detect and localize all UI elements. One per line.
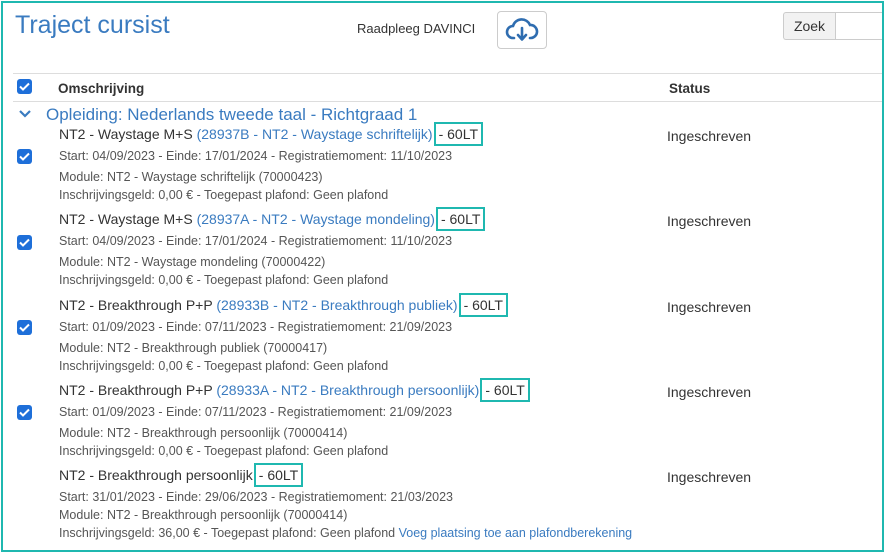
course-dates: Start: 31/01/2023 - Einde: 29/06/2023 - … xyxy=(59,490,454,504)
course-dates: Start: 01/09/2023 - Einde: 07/11/2023 - … xyxy=(59,320,453,334)
search-input[interactable] xyxy=(835,12,882,40)
traject-panel: Traject cursist Raadpleeg DAVINCI Zoek O… xyxy=(1,1,884,552)
course-module: Module: NT2 - Breakthrough publiek (7000… xyxy=(59,341,328,355)
chevron-down-icon xyxy=(19,110,31,118)
cloud-download-icon xyxy=(505,18,539,41)
checkmark-icon xyxy=(19,238,30,247)
select-all-checkbox[interactable] xyxy=(17,79,32,94)
table-header: Omschrijving Status xyxy=(13,74,882,102)
search-button[interactable]: Zoek xyxy=(783,12,835,40)
group-title[interactable]: Opleiding: Nederlands tweede taal - Rich… xyxy=(46,105,417,125)
checkmark-icon xyxy=(19,408,30,417)
course-status: Ingeschreven xyxy=(667,299,752,315)
course-dates: Start: 01/09/2023 - Einde: 07/11/2023 - … xyxy=(59,405,453,419)
course-status: Ingeschreven xyxy=(667,384,752,400)
course-fee: Inschrijvingsgeld: 0,00 € - Toegepast pl… xyxy=(59,273,389,287)
group-toggle[interactable] xyxy=(18,106,32,124)
course-status: Ingeschreven xyxy=(667,469,752,485)
course-module: Module: NT2 - Breakthrough persoonlijk (… xyxy=(59,426,348,440)
course-fee: Inschrijvingsgeld: 0,00 € - Toegepast pl… xyxy=(59,444,389,458)
course-fee: Inschrijvingsgeld: 36,00 € - Toegepast p… xyxy=(59,526,396,540)
course-module: Module: NT2 - Waystage schriftelijk (700… xyxy=(59,170,323,184)
course-dates: Start: 04/09/2023 - Einde: 17/01/2024 - … xyxy=(59,234,453,248)
davinci-label: Raadpleeg DAVINCI xyxy=(357,21,476,36)
course-checkbox[interactable] xyxy=(17,235,32,250)
course-link[interactable]: (28937B - NT2 - Waystage schriftelijk) xyxy=(197,126,433,142)
column-header-status[interactable]: Status xyxy=(669,81,710,96)
course-fee: Inschrijvingsgeld: 0,00 € - Toegepast pl… xyxy=(59,188,389,202)
course-fee-line: Inschrijvingsgeld: 36,00 € - Toegepast p… xyxy=(59,526,859,540)
column-header-omschrijving[interactable]: Omschrijving xyxy=(58,81,144,96)
course-module: Module: NT2 - Waystage mondeling (700004… xyxy=(59,255,326,269)
course-name: NT2 - Breakthrough P+P xyxy=(59,382,213,398)
course-checkbox[interactable] xyxy=(17,320,32,335)
course-name: NT2 - Waystage M+S xyxy=(59,126,193,142)
course-dates: Start: 04/09/2023 - Einde: 17/01/2024 - … xyxy=(59,149,453,163)
course-fee: Inschrijvingsgeld: 0,00 € - Toegepast pl… xyxy=(59,359,389,373)
course-checkbox[interactable] xyxy=(17,405,32,420)
course-name: NT2 - Breakthrough P+P xyxy=(59,297,213,313)
course-hours-badge: - 60LT xyxy=(435,207,486,231)
course-hours-badge: - 60LT xyxy=(458,293,508,317)
raadpleeg-davinci-button[interactable] xyxy=(497,11,547,49)
course-name: NT2 - Waystage M+S xyxy=(59,211,193,227)
checkmark-icon xyxy=(19,152,30,161)
course-name: NT2 - Breakthrough persoonlijk xyxy=(59,467,253,483)
course-checkbox[interactable] xyxy=(17,149,32,164)
add-to-ceiling-link[interactable]: Voeg plaatsing toe aan plafondberekening xyxy=(399,526,633,540)
course-hours-badge: - 60LT xyxy=(480,378,530,402)
checkmark-icon xyxy=(19,82,30,91)
course-status: Ingeschreven xyxy=(667,128,752,144)
course-link[interactable]: (28933A - NT2 - Breakthrough persoonlijk… xyxy=(216,382,479,398)
course-link[interactable]: (28933B - NT2 - Breakthrough publiek) xyxy=(216,297,457,313)
course-hours-badge: - 60LT xyxy=(433,122,484,146)
course-module: Module: NT2 - Breakthrough persoonlijk (… xyxy=(59,508,348,522)
page-title: Traject cursist xyxy=(15,11,170,39)
course-status: Ingeschreven xyxy=(667,213,752,229)
course-link[interactable]: (28937A - NT2 - Waystage mondeling) xyxy=(197,211,435,227)
checkmark-icon xyxy=(19,323,30,332)
course-hours-badge: - 60LT xyxy=(253,463,304,487)
